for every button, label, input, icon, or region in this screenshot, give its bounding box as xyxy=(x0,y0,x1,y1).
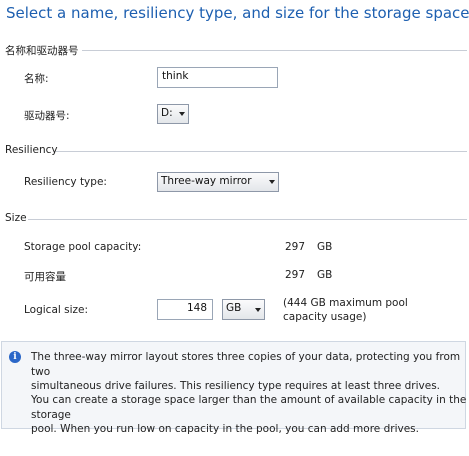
pool-capacity-unit: GB xyxy=(317,241,333,253)
drive-letter-dropdown[interactable]: D: xyxy=(157,104,189,124)
pool-capacity-label: Storage pool capacity: xyxy=(24,241,142,253)
resiliency-section-divider xyxy=(56,151,467,152)
resiliency-section-heading: Resiliency xyxy=(5,144,58,156)
chevron-down-icon xyxy=(179,112,185,116)
pool-capacity-value: 297 xyxy=(285,241,306,253)
logical-size-input[interactable]: 148 xyxy=(157,299,213,320)
available-capacity-label: 可用容量 xyxy=(24,271,66,283)
name-section-heading: 名称和驱动器号 xyxy=(5,45,79,57)
available-capacity-unit: GB xyxy=(317,269,333,281)
logical-size-unit-dropdown[interactable]: GB xyxy=(222,299,265,320)
info-paragraph-2: You can create a storage space larger th… xyxy=(31,393,469,437)
info-icon: i xyxy=(9,351,21,363)
max-capacity-note-line1: (444 GB maximum pool xyxy=(283,297,408,309)
available-capacity-value: 297 xyxy=(285,269,306,281)
max-capacity-note: (444 GB maximum pool capacity usage) xyxy=(283,296,408,324)
resiliency-type-value: Three-way mirror xyxy=(161,175,252,187)
info-line-4: pool. When you run low on capacity in th… xyxy=(31,423,419,435)
size-section-heading: Size xyxy=(5,212,27,224)
logical-size-unit-value: GB xyxy=(226,302,242,314)
info-line-2: simultaneous drive failures. This resili… xyxy=(31,380,441,392)
chevron-down-icon xyxy=(255,307,261,312)
drive-letter-value: D: xyxy=(161,107,173,119)
name-section-divider xyxy=(82,50,467,51)
size-section-divider xyxy=(28,219,467,220)
resiliency-type-dropdown[interactable]: Three-way mirror xyxy=(157,172,279,192)
chevron-down-icon xyxy=(269,180,275,184)
resiliency-type-label: Resiliency type: xyxy=(24,176,107,188)
page-title: Select a name, resiliency type, and size… xyxy=(6,4,469,22)
max-capacity-note-line2: capacity usage) xyxy=(283,311,367,323)
name-label: 名称: xyxy=(24,73,49,85)
info-line-3: You can create a storage space larger th… xyxy=(31,394,467,421)
logical-size-label: Logical size: xyxy=(24,304,89,316)
info-paragraph-1: The three-way mirror layout stores three… xyxy=(31,350,469,394)
name-input[interactable]: think xyxy=(157,67,278,88)
drive-letter-label: 驱动器号: xyxy=(24,110,70,122)
info-line-1: The three-way mirror layout stores three… xyxy=(31,351,461,378)
